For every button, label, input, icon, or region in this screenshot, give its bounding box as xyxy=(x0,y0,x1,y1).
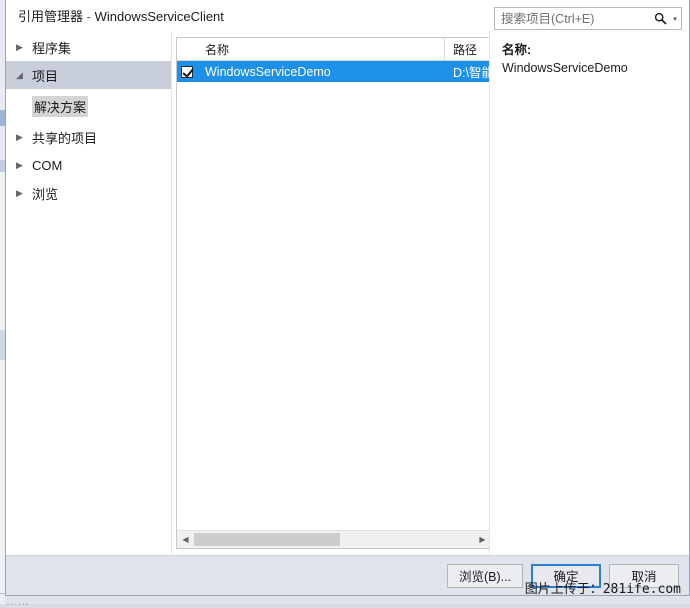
details-content: 名称: WindowsServiceDemo xyxy=(490,31,689,75)
table-row[interactable]: WindowsServiceDemo D:\智能 xyxy=(177,61,491,82)
sidebar-item-projects[interactable]: ◢ 项目 xyxy=(6,61,171,89)
details-name-label: 名称: xyxy=(502,39,681,58)
sidebar-item-shared-projects[interactable]: ▶ 共享的项目 xyxy=(6,123,171,151)
sidebar-item-label: 项目 xyxy=(32,66,58,85)
list-rows: WindowsServiceDemo D:\智能 xyxy=(177,61,491,530)
sidebar-item-label: COM xyxy=(32,158,62,173)
column-header-path-label: 路径 xyxy=(453,41,477,58)
chevron-right-icon: ▶ xyxy=(16,42,32,53)
chevron-down-icon[interactable]: ▾ xyxy=(669,15,681,23)
browse-button[interactable]: 浏览(B)... xyxy=(447,564,523,588)
dialog-title-project: WindowsServiceClient xyxy=(95,9,224,24)
sidebar-item-label: 浏览 xyxy=(32,184,58,203)
sidebar-item-browse[interactable]: ▶ 浏览 xyxy=(6,179,171,207)
checkbox-checked-icon[interactable] xyxy=(181,66,193,78)
sidebar-subitem-solution[interactable]: 解决方案 xyxy=(6,89,171,123)
search-input[interactable] xyxy=(495,11,651,27)
dialog-footer: 浏览(B)... 确定 取消 图片上传于：281ife.com xyxy=(6,555,689,595)
scrollbar-track[interactable] xyxy=(194,531,474,548)
chevron-right-icon: ▶ xyxy=(16,188,32,199)
list-pane: 名称 路径 WindowsServiceDemo D:\智能 xyxy=(172,31,489,555)
column-header-check xyxy=(177,38,197,60)
search-box[interactable]: ▾ xyxy=(494,7,682,30)
scroll-left-arrow-icon[interactable]: ◀ xyxy=(177,531,194,548)
row-name-cell: WindowsServiceDemo xyxy=(197,65,445,79)
details-name-value: WindowsServiceDemo xyxy=(502,61,681,75)
sidebar-subitem-label: 解决方案 xyxy=(32,96,88,117)
dialog-title-separator: - xyxy=(83,9,95,24)
row-checkbox-cell[interactable] xyxy=(177,66,197,78)
column-header-name[interactable]: 名称 xyxy=(197,38,445,60)
chevron-right-icon: ▶ xyxy=(16,132,32,143)
sidebar-item-label: 共享的项目 xyxy=(32,128,97,147)
column-header-path[interactable]: 路径 xyxy=(445,38,491,60)
details-pane: ▾ 名称: WindowsServiceDemo xyxy=(489,31,689,555)
sidebar-item-label: 程序集 xyxy=(32,38,71,57)
category-sidebar: ▶ 程序集 ◢ 项目 解决方案 ▶ 共享的项目 ▶ COM ▶ 浏览 xyxy=(6,31,172,555)
chevron-right-icon: ▶ xyxy=(16,160,32,171)
scrollbar-thumb[interactable] xyxy=(194,533,340,546)
dialog-body: ▶ 程序集 ◢ 项目 解决方案 ▶ 共享的项目 ▶ COM ▶ 浏览 xyxy=(6,31,689,555)
watermark-text: 图片上传于：281ife.com xyxy=(525,578,681,597)
dialog-title: 引用管理器 - WindowsServiceClient xyxy=(18,6,224,25)
column-header-name-label: 名称 xyxy=(205,41,229,58)
backdrop-bottom-text: …… xyxy=(6,596,30,608)
project-listbox: 名称 路径 WindowsServiceDemo D:\智能 xyxy=(176,37,492,549)
search-icon[interactable] xyxy=(651,12,669,25)
list-header: 名称 路径 xyxy=(177,38,491,61)
reference-manager-dialog: 引用管理器 - WindowsServiceClient ? ✕ ▶ 程序集 ◢… xyxy=(5,0,690,596)
sidebar-item-com[interactable]: ▶ COM xyxy=(6,151,171,179)
row-path-cell: D:\智能 xyxy=(445,62,491,81)
dialog-title-main: 引用管理器 xyxy=(18,9,83,24)
chevron-down-icon: ◢ xyxy=(16,70,32,81)
horizontal-scrollbar[interactable]: ◀ ▶ xyxy=(177,530,491,548)
sidebar-item-assemblies[interactable]: ▶ 程序集 xyxy=(6,33,171,61)
